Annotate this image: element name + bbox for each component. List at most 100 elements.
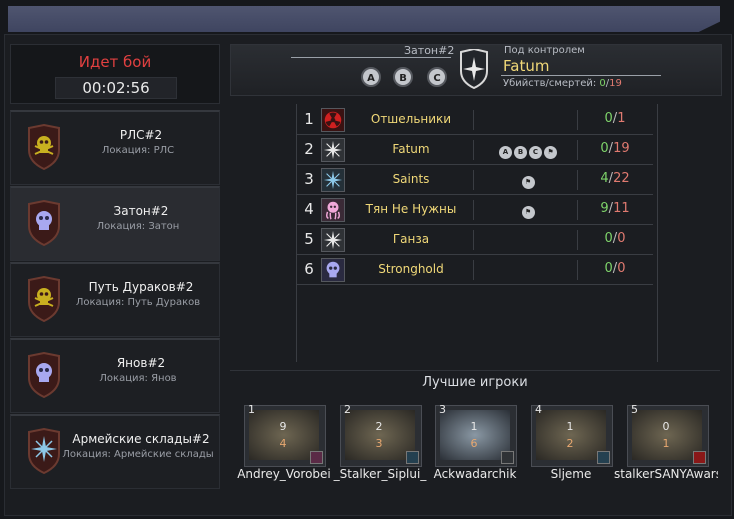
point-c-icon: C bbox=[529, 146, 542, 159]
group-name: Stronghold bbox=[378, 262, 444, 276]
player-deaths: 4 bbox=[279, 437, 287, 450]
row-rank: 5 bbox=[304, 230, 314, 248]
player-deaths: 2 bbox=[566, 437, 574, 450]
zone-name: Янов#2 bbox=[116, 356, 166, 370]
row-rank: 3 bbox=[304, 170, 314, 188]
player-card[interactable]: 3 1 6 bbox=[435, 403, 517, 467]
zone-item-yanov[interactable]: Янов#2 Локация: Янов bbox=[10, 338, 220, 413]
group-badge-icon bbox=[310, 451, 323, 464]
player-kills: 9 bbox=[279, 420, 287, 433]
table-row: 2 Fatum A B C ⚑ 0/19 bbox=[297, 136, 653, 165]
group-kills: 0 bbox=[604, 231, 613, 246]
title-bar bbox=[8, 6, 720, 32]
group-name: Отшельники bbox=[370, 112, 452, 126]
point-b-icon: B bbox=[514, 146, 527, 159]
player-deaths: 3 bbox=[375, 437, 383, 450]
player-deaths: 1 bbox=[662, 437, 670, 450]
column-divider bbox=[473, 230, 474, 250]
column-divider bbox=[577, 110, 578, 130]
column-divider bbox=[577, 230, 578, 250]
player-avatar bbox=[536, 410, 606, 460]
group-deaths: 19 bbox=[613, 141, 630, 156]
group-badge-icon bbox=[693, 451, 706, 464]
group-points: ⚑ bbox=[479, 202, 577, 221]
kd-label: Убийств/смертей: bbox=[503, 78, 597, 89]
player-name: Sljeme bbox=[550, 467, 592, 481]
zone-item-army-warehouses[interactable]: Армейские склады#2 Локация: Армейские ск… bbox=[10, 414, 220, 489]
octopus-icon bbox=[321, 198, 345, 222]
column-divider bbox=[473, 200, 474, 220]
player-avatar bbox=[249, 410, 319, 460]
flag-icon: ⚑ bbox=[521, 176, 535, 189]
column-divider bbox=[577, 170, 578, 190]
table-row: 5 Ганза 0/0 bbox=[297, 226, 653, 255]
group-kills: 0 bbox=[604, 111, 613, 126]
group-points: A B C ⚑ bbox=[479, 142, 577, 161]
player-card[interactable]: 2 2 3 bbox=[340, 403, 422, 467]
zone-location: Локация: Янов bbox=[99, 373, 177, 384]
row-rank: 2 bbox=[304, 140, 314, 158]
player-name: Andrey_Vorobei bbox=[237, 467, 331, 481]
zone-name: РЛС#2 bbox=[119, 128, 163, 142]
group-deaths: 0 bbox=[617, 231, 626, 246]
player-card[interactable]: 4 1 2 bbox=[531, 403, 613, 467]
zone-location: Локация: Путь Дураков bbox=[75, 297, 201, 308]
player-rank: 4 bbox=[535, 403, 542, 416]
group-score: 0/19 bbox=[579, 141, 651, 156]
player-avatar bbox=[345, 410, 415, 460]
group-points: ⚑ bbox=[479, 172, 577, 191]
table-row: 4 Тян Не Нужны ⚑ 9/11 bbox=[297, 196, 653, 225]
group-name: Saints bbox=[392, 172, 430, 186]
table-row: 1 Отшельники 0/1 bbox=[297, 106, 653, 135]
group-score: 0/1 bbox=[579, 111, 651, 126]
group-kills: 4 bbox=[600, 171, 609, 186]
point-b-icon: B bbox=[393, 67, 413, 87]
group-badge-icon bbox=[406, 451, 419, 464]
point-a-icon: A bbox=[361, 67, 381, 87]
best-players-title: Лучшие игроки bbox=[422, 375, 528, 390]
compass-star-icon bbox=[321, 168, 345, 192]
zone-label: Затон#2 bbox=[404, 44, 455, 57]
table-row: 3 Saints ⚑ 4/22 bbox=[297, 166, 653, 195]
player-deaths: 6 bbox=[470, 437, 478, 450]
zone-item-zaton[interactable]: Затон#2 Локация: Затон bbox=[10, 186, 220, 261]
battle-status: Идет бой 00:02:56 bbox=[10, 44, 220, 104]
battle-title: Идет бой bbox=[78, 53, 152, 71]
radiation-icon bbox=[321, 108, 345, 132]
column-divider bbox=[577, 140, 578, 160]
battle-timer: 00:02:56 bbox=[55, 77, 177, 99]
app-window: Идет бой 00:02:56 РЛС#2 Локация: РЛС Зат… bbox=[0, 0, 734, 519]
compass-star-shield-icon bbox=[28, 428, 60, 474]
column-divider bbox=[577, 200, 578, 220]
zone-location: Локация: РЛС bbox=[101, 145, 175, 156]
group-deaths: 11 bbox=[613, 201, 630, 216]
under-control-label: Под контролем bbox=[504, 45, 585, 56]
yellow-skull-shield-icon bbox=[28, 124, 60, 170]
kd-deaths: 19 bbox=[609, 78, 622, 89]
column-divider bbox=[473, 140, 474, 160]
zones-panel: Идет бой 00:02:56 РЛС#2 Локация: РЛС Зат… bbox=[10, 44, 220, 492]
best-players-panel: Лучшие игроки 1 9 4 Andrey_Vorobei 2 2 3… bbox=[230, 370, 720, 493]
player-rank: 5 bbox=[631, 403, 638, 416]
group-deaths: 1 bbox=[617, 111, 626, 126]
column-divider bbox=[473, 110, 474, 130]
group-score: 0/0 bbox=[579, 261, 651, 276]
zone-item-put-durakov[interactable]: Путь Дураков#2 Локация: Путь Дураков bbox=[10, 262, 220, 337]
flag-icon: ⚑ bbox=[544, 146, 557, 159]
group-score: 9/11 bbox=[579, 201, 651, 216]
zone-name: Путь Дураков#2 bbox=[88, 280, 194, 294]
group-kills: 0 bbox=[604, 261, 613, 276]
player-avatar bbox=[632, 410, 702, 460]
zone-item-rls[interactable]: РЛС#2 Локация: РЛС bbox=[10, 110, 220, 185]
flag-icon: ⚑ bbox=[521, 206, 535, 219]
player-card[interactable]: 5 0 1 bbox=[627, 403, 709, 467]
kd-stat: Убийств/смертей: 0/19 bbox=[503, 78, 622, 89]
purple-skull-shield-icon bbox=[28, 352, 60, 398]
player-card[interactable]: 1 9 4 bbox=[244, 403, 326, 467]
row-rank: 6 bbox=[304, 260, 314, 278]
player-kills: 2 bbox=[375, 420, 383, 433]
table-row: 6 Stronghold 0/0 bbox=[297, 256, 653, 285]
groups-table: 1 Отшельники 0/1 2 Fatum A B C ⚑ 0/19 3 Sai… bbox=[296, 104, 658, 362]
player-kills: 1 bbox=[566, 420, 574, 433]
purple-skull-shield-icon bbox=[28, 200, 60, 246]
